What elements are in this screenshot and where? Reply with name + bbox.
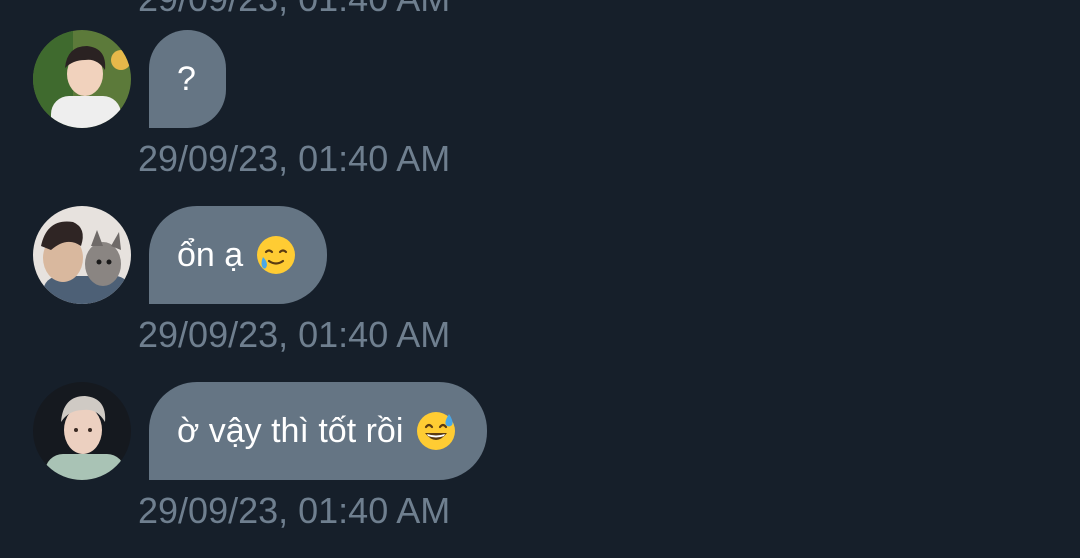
message-timestamp: 29/09/23, 01:40 AM [138, 138, 451, 179]
message-bubble[interactable]: ổn ạ [149, 206, 328, 304]
message-bubble[interactable]: ? [149, 30, 226, 128]
avatar[interactable] [33, 382, 131, 480]
message-row: ờ vậy thì tốt rồi 29/09/23, 01:40 AM [0, 382, 1080, 558]
message-timestamp: 29/09/23, 01:40 AM [138, 490, 451, 531]
message-text: ? [177, 59, 196, 98]
grinning-face-with-sweat-icon [415, 410, 457, 452]
message-bubble[interactable]: ờ vậy thì tốt rồi [149, 382, 488, 480]
smiling-face-with-tear-icon [255, 234, 297, 276]
message-row: ổn ạ 29/09/23, 01:40 AM [0, 206, 1080, 382]
message-text: ờ vậy thì tốt rồi [177, 411, 404, 450]
avatar[interactable] [33, 30, 131, 128]
message-text: ổn ạ [177, 235, 244, 274]
chat-screen: { "previous_message": { "timestamp": "29… [0, 0, 1080, 549]
previous-message-timestamp: 29/09/23, 01:40 AM [138, 0, 450, 20]
message-row: ? 29/09/23, 01:40 AM [0, 30, 1080, 206]
avatar[interactable] [33, 206, 131, 304]
message-timestamp: 29/09/23, 01:40 AM [138, 314, 451, 355]
